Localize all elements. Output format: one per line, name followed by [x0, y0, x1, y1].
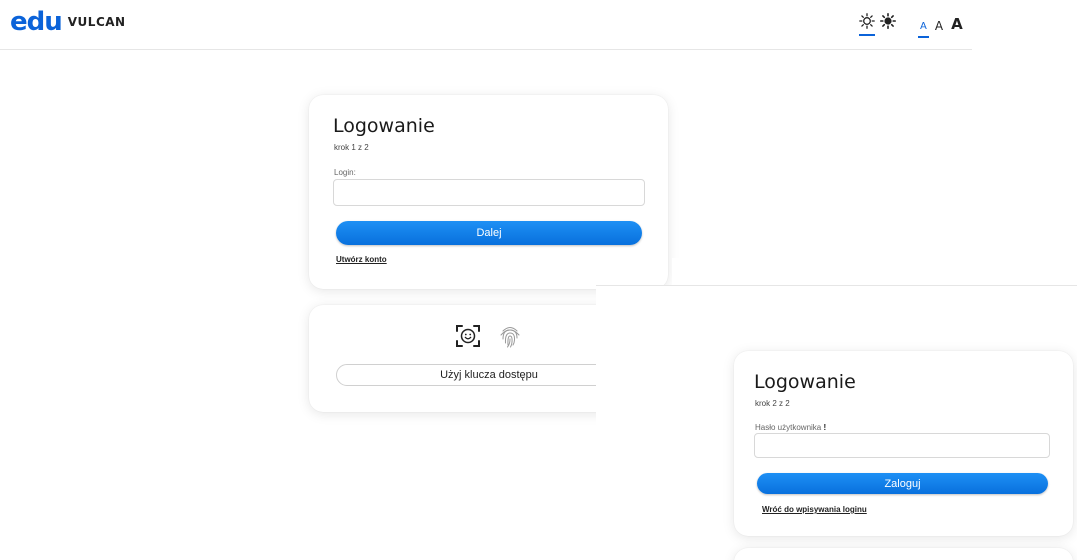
logo[interactable]: edu VULCAN	[10, 7, 126, 37]
step-indicator: krok 1 z 2	[334, 143, 369, 152]
login-card-step1: Logowanie krok 1 z 2 Login: Dalej Utwórz…	[309, 95, 668, 289]
back-to-login-link[interactable]: Wróć do wpisywania loginu	[762, 505, 867, 514]
password-label-text: Hasło użytkownika	[755, 423, 822, 432]
password-input[interactable]	[754, 433, 1050, 458]
create-account-link[interactable]: Utwórz konto	[336, 255, 387, 264]
required-marker: !	[823, 423, 827, 432]
overlay-panel-top	[672, 258, 1077, 286]
page-title: Logowanie	[333, 115, 435, 137]
contrast-high-button[interactable]	[879, 12, 897, 34]
login-button[interactable]: Zaloguj	[757, 473, 1048, 494]
contrast-normal-button[interactable]	[858, 12, 876, 36]
face-id-icon	[454, 322, 482, 350]
biometric-icons	[454, 322, 538, 350]
logo-mark: edu	[10, 7, 63, 37]
login-label: Login:	[334, 168, 356, 177]
top-bar: edu VULCAN A A A	[0, 0, 972, 50]
password-label: Hasło użytkownika !	[755, 423, 826, 432]
page-title-step2: Logowanie	[754, 371, 856, 393]
fingerprint-icon	[496, 322, 524, 350]
logo-text: VULCAN	[67, 15, 126, 29]
passkey-card-step2	[734, 548, 1073, 560]
font-size-large-button[interactable]: A	[951, 17, 963, 32]
font-size-small-button[interactable]: A	[918, 22, 929, 38]
font-size-medium-button[interactable]: A	[935, 20, 943, 32]
login-input[interactable]	[333, 179, 645, 206]
sun-filled-icon	[880, 12, 896, 34]
next-button[interactable]: Dalej	[336, 221, 642, 245]
login-card-step2: Logowanie krok 2 z 2 Hasło użytkownika !…	[734, 351, 1073, 536]
sun-outline-icon	[859, 12, 875, 34]
step-indicator-step2: krok 2 z 2	[755, 399, 790, 408]
accessibility-controls: A A A	[858, 12, 963, 38]
